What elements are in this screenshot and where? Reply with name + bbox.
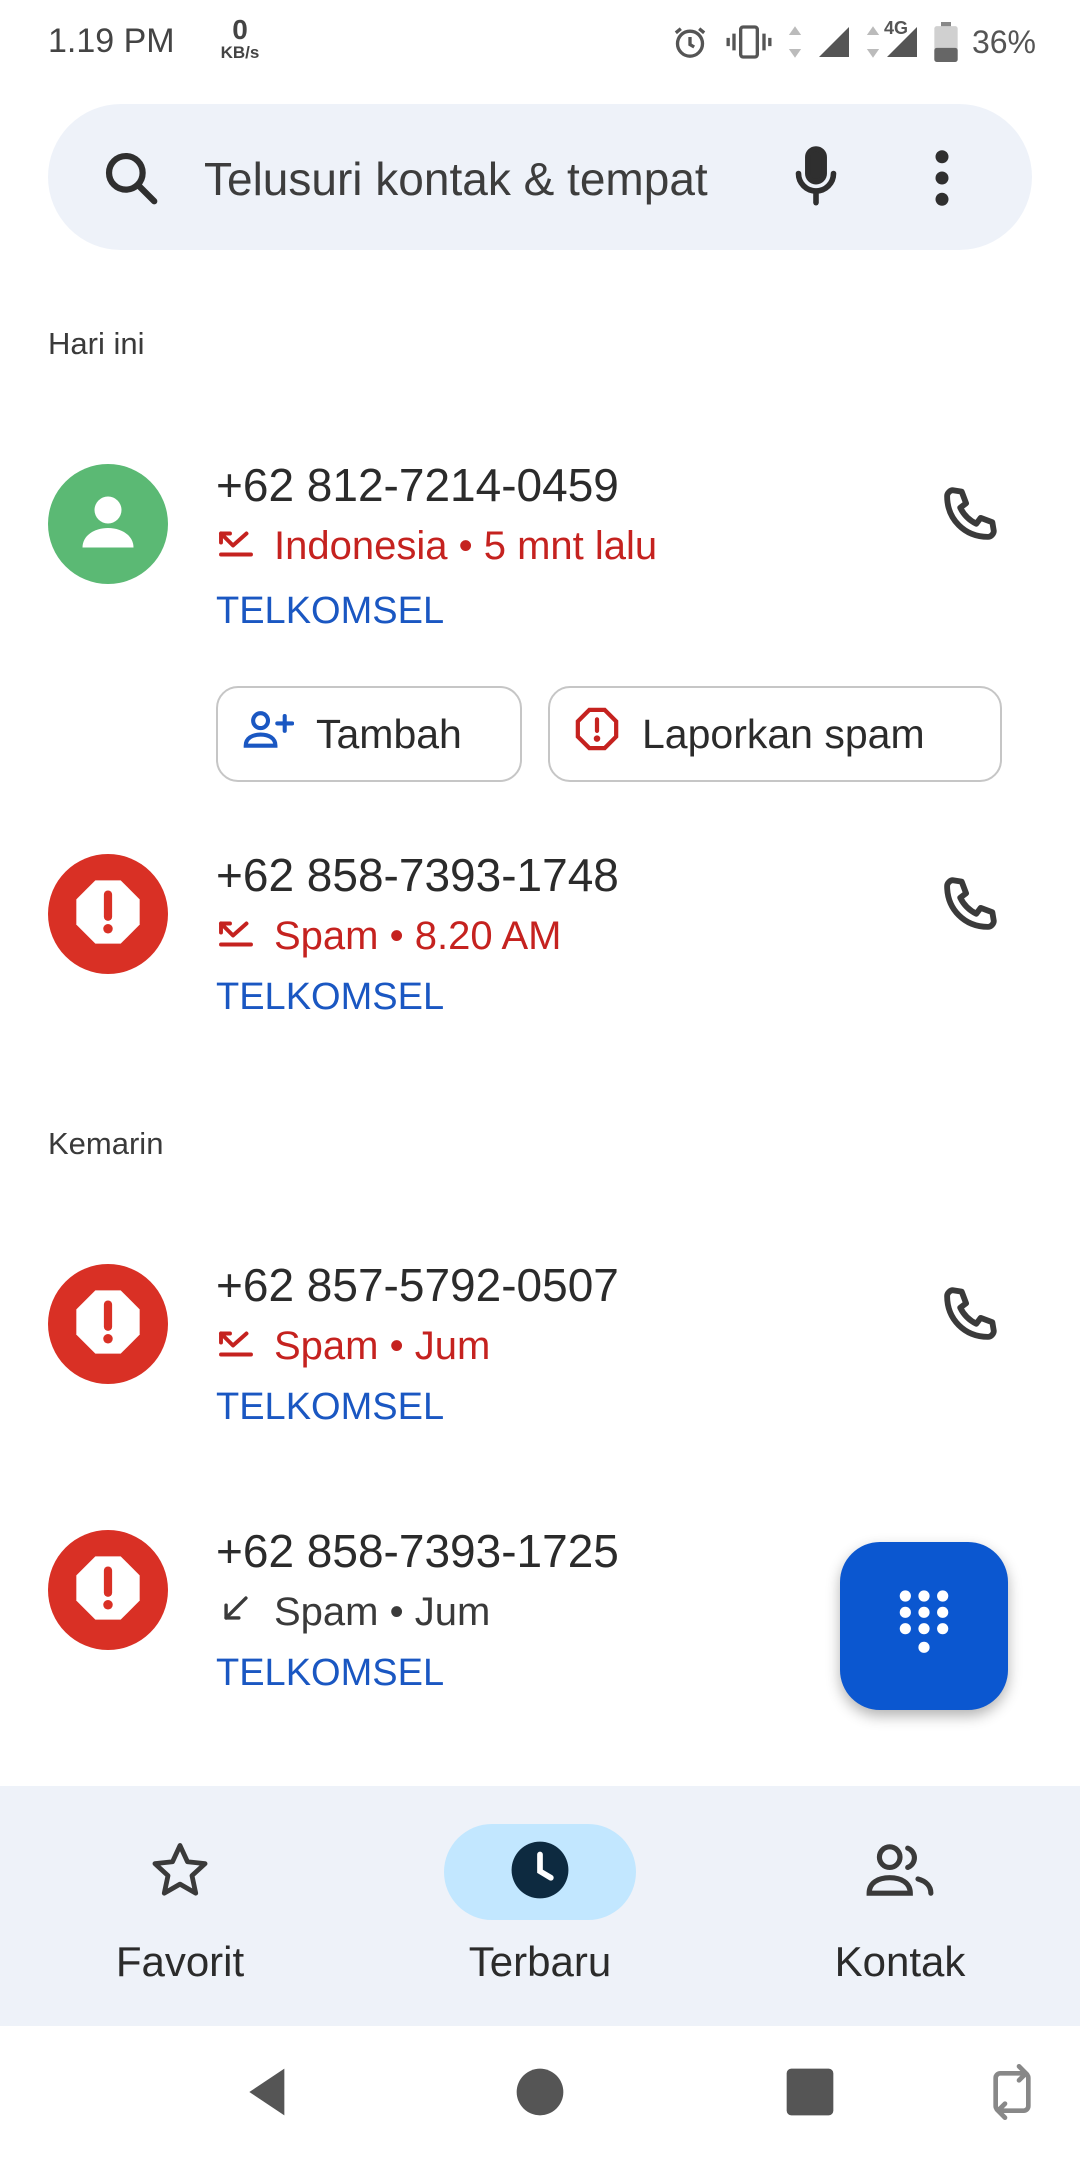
search-input[interactable]: Telusuri kontak & tempat	[204, 152, 708, 206]
battery-icon	[934, 22, 958, 62]
call-details: Spam • Jum	[216, 1590, 490, 1635]
signal-4g-icon: 4G	[866, 18, 920, 60]
phone-call-icon[interactable]	[934, 480, 1004, 555]
mic-icon[interactable]	[788, 144, 844, 215]
add-contact-button[interactable]: Tambah	[216, 686, 522, 782]
nav-icon-container	[804, 1824, 996, 1920]
call-details: Spam • 8.20 AM	[216, 914, 561, 959]
network-speed-unit: KB/s	[220, 43, 260, 62]
call-meta-text: Indonesia • 5 mnt lalu	[274, 524, 658, 568]
nav-label: Favorit	[115, 1938, 245, 1985]
system-navigation-bar	[0, 2026, 1080, 2160]
nav-label: Terbaru	[468, 1938, 612, 1985]
star-icon	[148, 1838, 212, 1907]
contact-avatar[interactable]	[48, 854, 168, 974]
call-number: +62 857-5792-0507	[216, 1259, 619, 1311]
call-meta-text: Spam • Jum	[274, 1324, 491, 1368]
contacts-icon	[864, 1840, 936, 1905]
call-log-item[interactable]: +62 812-7214-0459 Indonesia • 5 mnt lalu…	[0, 440, 1080, 800]
dialpad-icon	[896, 1589, 952, 1664]
report-spam-label: Laporkan spam	[642, 710, 925, 757]
missed-call-icon	[216, 1324, 256, 1369]
incoming-call-icon	[216, 1590, 256, 1635]
spam-icon	[70, 1284, 146, 1365]
phone-call-icon[interactable]	[934, 1280, 1004, 1355]
search-icon[interactable]	[100, 147, 162, 214]
battery-percentage: 36%	[971, 23, 1036, 60]
status-bar: 1.19 PM 0 KB/s 4G 36%	[0, 0, 1080, 86]
dialpad-button[interactable]	[840, 1542, 1008, 1710]
back-icon[interactable]	[240, 2064, 296, 2125]
alarm-icon	[670, 22, 710, 62]
data-activity-icon	[788, 24, 802, 60]
status-time: 1.19 PM	[48, 22, 175, 60]
network-speed-value: 0	[232, 14, 248, 45]
contact-avatar[interactable]	[48, 1530, 168, 1650]
person-icon	[72, 486, 144, 563]
clock-icon	[509, 1839, 571, 1906]
recents-icon[interactable]	[782, 2064, 838, 2125]
nav-icon-container	[444, 1824, 636, 1920]
network-type-label: 4G	[883, 18, 908, 38]
missed-call-icon	[216, 914, 256, 959]
network-speed: 0 KB/s	[210, 14, 270, 62]
nav-tab-favorites[interactable]: Favorit	[0, 1786, 360, 2026]
more-vert-icon[interactable]	[932, 148, 952, 213]
add-contact-label: Tambah	[316, 710, 462, 757]
section-header-today: Hari ini	[48, 326, 145, 361]
search-bar[interactable]: Telusuri kontak & tempat	[48, 104, 1032, 250]
contact-avatar[interactable]	[48, 464, 168, 584]
phone-call-icon[interactable]	[934, 870, 1004, 945]
call-details: Spam • Jum	[216, 1324, 490, 1369]
rotate-icon[interactable]	[990, 2064, 1034, 2125]
call-log-item[interactable]: +62 858-7393-1748 Spam • 8.20 AM TELKOMS…	[0, 830, 1080, 1040]
section-header-yesterday: Kemarin	[48, 1126, 164, 1161]
call-number: +62 858-7393-1725	[216, 1525, 619, 1577]
call-meta-text: Spam • 8.20 AM	[274, 914, 562, 958]
nav-tab-recents[interactable]: Terbaru	[360, 1786, 720, 2026]
nav-label: Kontak	[834, 1938, 966, 1985]
call-meta-text: Spam • Jum	[274, 1590, 491, 1634]
call-number: +62 858-7393-1748	[216, 849, 619, 901]
bottom-navigation: Favorit Terbaru Kontak	[0, 1786, 1080, 2026]
contact-avatar[interactable]	[48, 1264, 168, 1384]
spam-icon	[70, 1550, 146, 1631]
report-spam-icon	[574, 706, 620, 762]
vibrate-icon	[724, 22, 774, 62]
call-details: Indonesia • 5 mnt lalu	[216, 524, 657, 569]
home-icon[interactable]	[512, 2064, 568, 2125]
carrier-label: TELKOMSEL	[216, 1652, 445, 1694]
signal-icon	[816, 24, 852, 60]
call-log-item[interactable]: +62 857-5792-0507 Spam • Jum TELKOMSEL	[0, 1240, 1080, 1450]
nav-icon-container	[84, 1824, 276, 1920]
carrier-label: TELKOMSEL	[216, 1386, 445, 1428]
call-number: +62 812-7214-0459	[216, 459, 619, 511]
carrier-label: TELKOMSEL	[216, 590, 445, 632]
spam-icon	[70, 874, 146, 955]
add-contact-icon	[242, 708, 295, 760]
report-spam-button[interactable]: Laporkan spam	[548, 686, 1002, 782]
status-icons: 4G 36%	[670, 18, 1036, 66]
carrier-label: TELKOMSEL	[216, 976, 445, 1018]
missed-call-icon	[216, 524, 256, 569]
nav-tab-contacts[interactable]: Kontak	[720, 1786, 1080, 2026]
